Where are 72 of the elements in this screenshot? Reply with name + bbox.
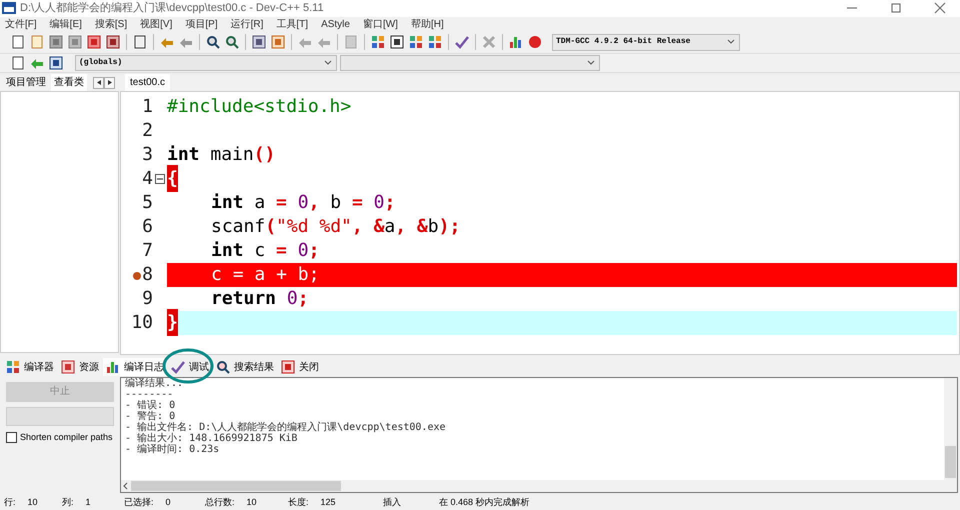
line-number: 8 bbox=[142, 263, 153, 288]
code-line: int c = 0; bbox=[210, 239, 320, 263]
menu-item[interactable]: 项目[P] bbox=[185, 16, 218, 32]
right-arrow-icon bbox=[108, 80, 112, 86]
checkbox[interactable] bbox=[6, 432, 17, 443]
bottom-tab[interactable]: 资源 bbox=[58, 358, 101, 376]
menu-item[interactable]: 编辑[E] bbox=[50, 16, 82, 32]
tab-icon bbox=[105, 359, 121, 376]
replace-icon[interactable] bbox=[224, 34, 240, 50]
tab-icon bbox=[215, 359, 231, 376]
status-label: 总行数: bbox=[205, 496, 235, 509]
status-label: 列: bbox=[62, 496, 74, 509]
bottom-tab[interactable]: 关闭 bbox=[278, 358, 321, 376]
menu-item[interactable]: 运行[R] bbox=[230, 16, 264, 32]
status-label: 行: bbox=[4, 496, 16, 509]
tab-icon bbox=[60, 359, 76, 376]
window-title: D:\人人都能学会的编程入门课\devcpp\test00.c - Dev-C++ 5.11 bbox=[20, 0, 324, 16]
status-value: 125 bbox=[320, 496, 336, 509]
horizontal-scrollbar[interactable] bbox=[121, 480, 944, 492]
line-number: 6 bbox=[142, 215, 153, 240]
status-label: 长度: bbox=[288, 496, 309, 509]
status-label: 已选择: bbox=[124, 496, 154, 509]
editor-tab[interactable]: test00.c bbox=[125, 74, 170, 91]
checkbox-label: Shorten compiler paths bbox=[20, 430, 113, 444]
menu-item[interactable]: 工具[T] bbox=[276, 16, 308, 32]
scroll-left-button[interactable] bbox=[93, 76, 104, 89]
code-line: { bbox=[167, 166, 957, 191]
line-number: 3 bbox=[142, 143, 153, 168]
scope-select[interactable]: (globals) bbox=[75, 54, 337, 71]
line-number: 4 bbox=[142, 167, 153, 192]
code-line: scanf("%d %d", &a, &b); bbox=[210, 215, 462, 239]
fold-collapse-icon[interactable] bbox=[155, 174, 165, 184]
tab-icon bbox=[170, 359, 186, 376]
menu-item[interactable]: 窗口[W] bbox=[362, 16, 398, 32]
code-line: #include<stdio.h> bbox=[167, 95, 352, 119]
status-value: 0 bbox=[166, 496, 171, 509]
code-line: int a = 0, b = 0; bbox=[210, 191, 396, 215]
scroll-right-button[interactable] bbox=[104, 76, 115, 89]
tab-icon bbox=[280, 359, 296, 376]
line-number: 10 bbox=[131, 311, 153, 336]
line-number: 7 bbox=[142, 239, 153, 264]
close-icon[interactable] bbox=[934, 2, 946, 14]
code-line: return 0; bbox=[210, 287, 310, 311]
status-label: 在 0.468 秒内完成解析 bbox=[439, 496, 530, 509]
line-number: 5 bbox=[142, 191, 153, 216]
status-label: 插入 bbox=[383, 496, 401, 509]
line-number: 9 bbox=[142, 287, 153, 312]
code-line: int main() bbox=[167, 143, 276, 167]
find-icon[interactable] bbox=[205, 34, 221, 50]
menu-item[interactable]: AStyle bbox=[321, 16, 350, 32]
status-value: 10 bbox=[28, 496, 38, 509]
new-file-icon[interactable] bbox=[10, 34, 26, 50]
check-icon[interactable] bbox=[454, 34, 470, 50]
line-number: 1 bbox=[142, 95, 153, 120]
menu-item[interactable]: 搜索[S] bbox=[94, 16, 128, 32]
bottom-tab[interactable]: 搜索结果 bbox=[213, 358, 276, 376]
menu-item[interactable]: 文件[F] bbox=[5, 16, 37, 32]
menu-item[interactable]: 帮助[H] bbox=[410, 16, 444, 32]
code-editor[interactable]: 1 #include<stdio.h> 2 3 int main() 4 { 5 int a = 0, b = 0; 6 scanf("%d %d", &a, &b); 7 int c = 0; 8 c = a + b; 9 return 0; 10 } bbox=[120, 90, 960, 355]
left-arrow-icon bbox=[96, 80, 100, 86]
status-value: 10 bbox=[246, 496, 257, 509]
tab-icon bbox=[5, 359, 21, 376]
panel-tab[interactable]: 查看类 bbox=[51, 74, 87, 91]
maximize-icon[interactable] bbox=[890, 2, 902, 14]
compile-log: 编译结果... -------- - 错误: 0 - 警告: 0 - 输出文件名: D:\人人都能学会的编程入门课\devcpp\test00.exe - 输出大小: 148.1669921875 KiB - 编译时间: 0.23s bbox=[124, 378, 447, 457]
line-number: 2 bbox=[142, 119, 153, 144]
bottom-tab[interactable]: 编译器 bbox=[3, 358, 56, 376]
vertical-scrollbar[interactable] bbox=[944, 378, 957, 492]
chart-icon[interactable] bbox=[508, 34, 524, 50]
menu-item[interactable]: 视图[V] bbox=[140, 16, 172, 32]
status-value: 1 bbox=[86, 496, 91, 509]
compiler-select[interactable]: TDM-GCC 4.9.2 64-bit Release bbox=[552, 34, 740, 51]
